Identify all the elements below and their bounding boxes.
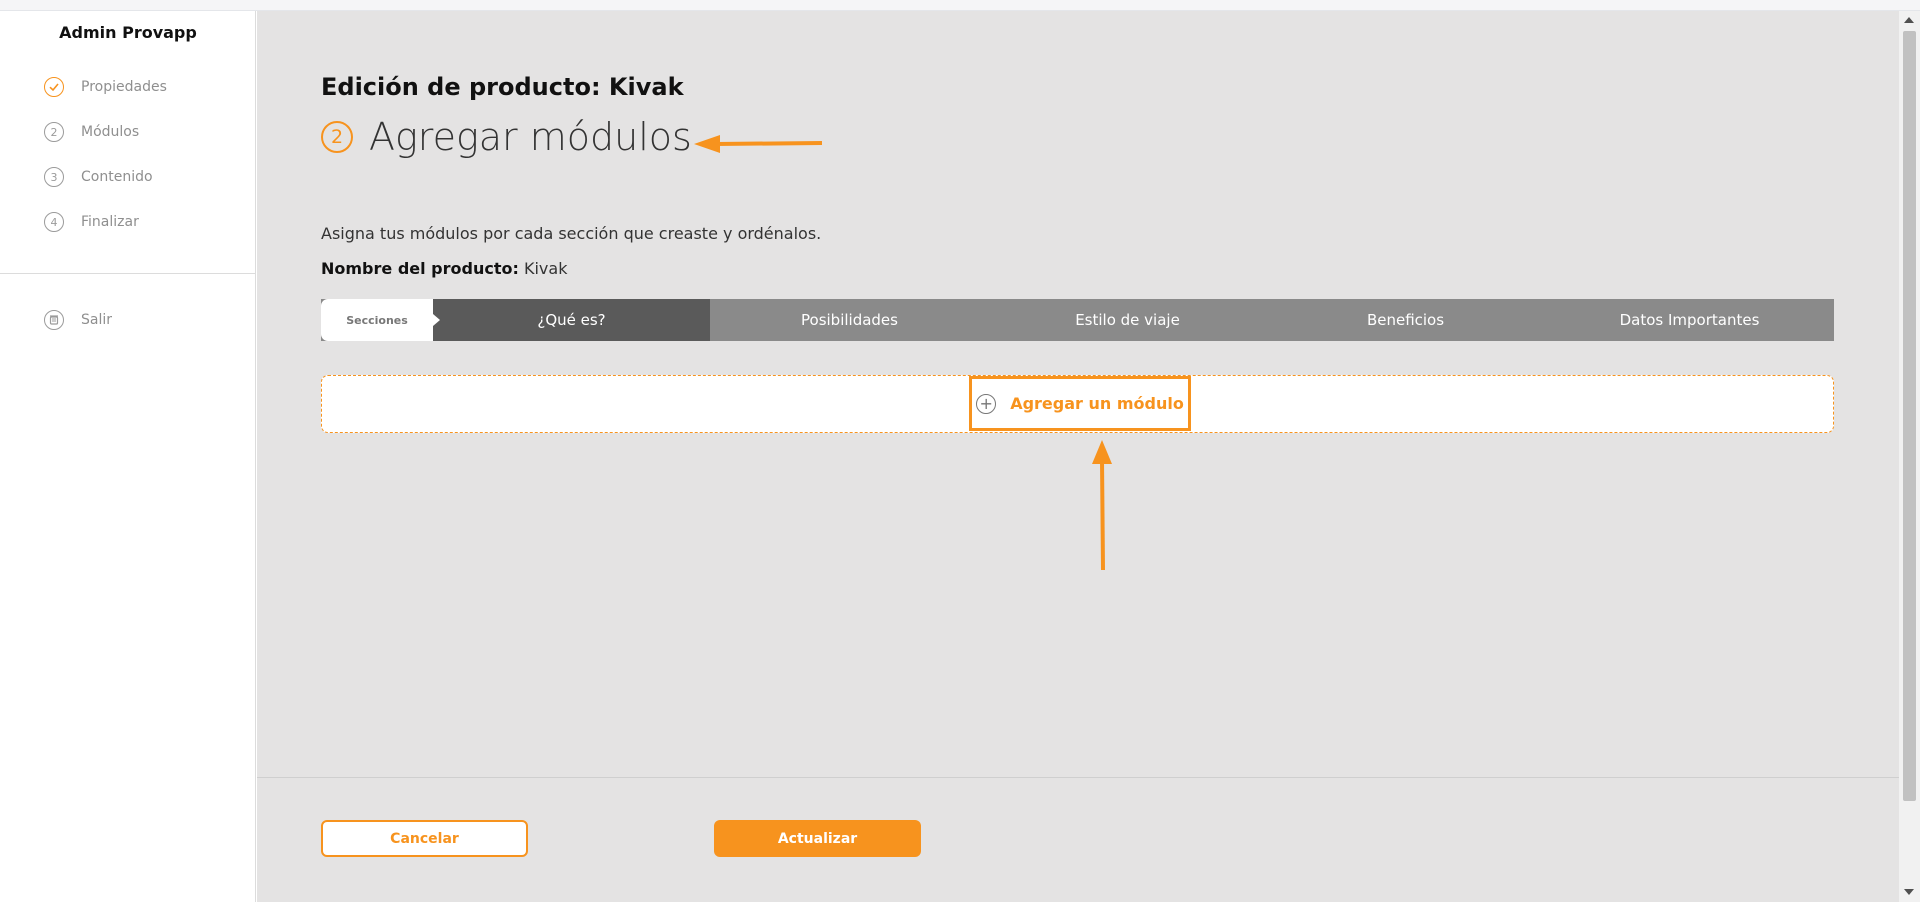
sidebar-item-label: Módulos [81, 124, 140, 140]
product-name-value: Kivak [523, 259, 568, 278]
step-number-icon: 2 [321, 121, 353, 153]
up-arrow-annotation-icon [1092, 440, 1112, 571]
add-module-button[interactable]: + Agregar un módulo [969, 376, 1191, 431]
sidebar-item-propiedades[interactable]: Propiedades [44, 76, 167, 98]
step-title: Agregar módulos [369, 115, 692, 159]
footer-divider [257, 777, 1899, 778]
app-brand: Admin Provapp [59, 23, 197, 42]
sidebar-divider [0, 273, 256, 274]
browser-top-bar [0, 0, 1920, 11]
sidebar-item-label: Finalizar [81, 214, 139, 230]
step-number-icon: 2 [44, 122, 64, 142]
update-button[interactable]: Actualizar [714, 820, 921, 857]
sidebar-item-label: Contenido [81, 169, 153, 185]
step-number-icon: 3 [44, 167, 64, 187]
logout-label: Salir [81, 312, 113, 328]
main-content: Edición de producto: Kivak 2 Agregar mód… [257, 11, 1899, 902]
sidebar: Admin Provapp Propiedades 2 Módulos 3 Co… [0, 11, 256, 902]
section-tabs: Secciones ¿Qué es? Posibilidades Estilo … [321, 299, 1834, 341]
scroll-thumb[interactable] [1903, 31, 1916, 801]
sidebar-item-label: Propiedades [81, 79, 167, 95]
logout-icon [44, 310, 64, 330]
section-description: Asigna tus módulos por cada sección que … [321, 224, 822, 243]
vertical-scrollbar[interactable] [1899, 11, 1920, 902]
tab-posibilidades[interactable]: Posibilidades [710, 299, 989, 341]
tab-que-es[interactable]: ¿Qué es? [433, 299, 710, 341]
check-circle-icon [44, 77, 64, 97]
add-module-label: Agregar un módulo [1010, 394, 1184, 413]
sidebar-item-contenido[interactable]: 3 Contenido [44, 166, 153, 188]
sidebar-item-modulos[interactable]: 2 Módulos [44, 121, 139, 143]
logout-button[interactable]: Salir [44, 309, 112, 331]
step-number-icon: 4 [44, 212, 64, 232]
product-name-line: Nombre del producto: Kivak [321, 259, 567, 278]
tab-estilo-de-viaje[interactable]: Estilo de viaje [989, 299, 1266, 341]
scroll-down-icon[interactable] [1904, 889, 1914, 895]
sections-label: Secciones [321, 299, 440, 341]
step-heading: 2 Agregar módulos [321, 115, 692, 159]
sidebar-item-finalizar[interactable]: 4 Finalizar [44, 211, 139, 233]
page-title: Edición de producto: Kivak [321, 73, 684, 101]
plus-circle-icon: + [976, 393, 997, 414]
tab-beneficios[interactable]: Beneficios [1266, 299, 1545, 341]
left-arrow-annotation-icon [694, 135, 823, 153]
product-name-label: Nombre del producto: [321, 259, 519, 278]
cancel-button[interactable]: Cancelar [321, 820, 528, 857]
tab-datos-importantes[interactable]: Datos Importantes [1545, 299, 1834, 341]
scroll-up-icon[interactable] [1904, 17, 1914, 23]
